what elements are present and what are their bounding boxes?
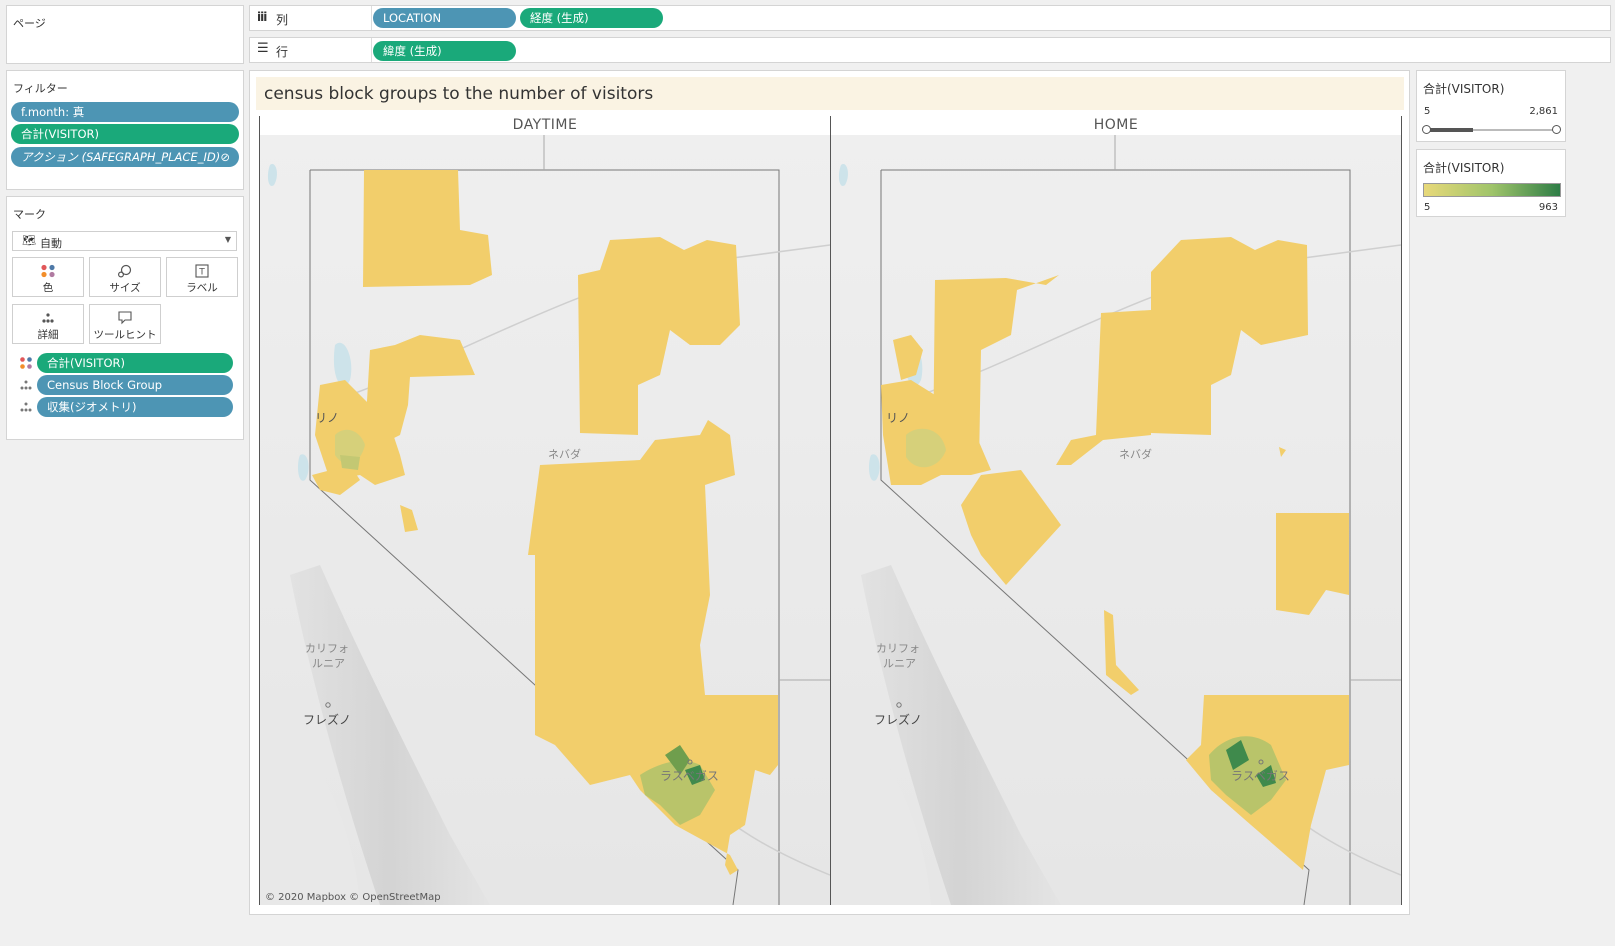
state-label-nevada: ネバダ [548, 447, 581, 461]
color-legend-ramp [1423, 183, 1561, 197]
color-button[interactable]: 色 [12, 257, 84, 297]
city-label-las-vegas: ラスベガス [1231, 769, 1290, 783]
mark-type-label: 自動 [40, 237, 62, 250]
visitor-filter-card: 合計(VISITOR) 5 2,861 [1416, 70, 1566, 142]
row-pill-latitude[interactable]: 緯度 (生成) [373, 41, 516, 61]
city-label-fresno: フレズノ [874, 712, 922, 727]
state-label-california-2: ルニア [883, 657, 916, 670]
color-legend-min: 5 [1424, 202, 1431, 213]
pages-card[interactable]: ページ [6, 5, 244, 64]
link-icon: ⊘ [220, 150, 230, 164]
detail-label: 詳細 [37, 329, 59, 341]
map-home-svg: リノ ネバダ カリフォ ルニア フレズノ ラスベガス [831, 135, 1401, 905]
rows-icon: ☰ [257, 41, 269, 56]
size-button[interactable]: サイズ [89, 257, 161, 297]
chevron-down-icon: ▼ [224, 235, 231, 244]
columns-icon: iii [257, 10, 267, 24]
view-title: census block groups to the number of vis… [264, 84, 654, 104]
label-label: ラベル [186, 282, 218, 294]
detail-icon [42, 313, 54, 323]
city-label-fresno: フレズノ [303, 712, 351, 727]
size-icon [117, 264, 132, 278]
map-daytime-svg: リノ ネバダ カリフォ ルニア フレズノ ラスベガス © 2020 Mapbox… [260, 135, 830, 905]
visitor-filter-title: 合計(VISITOR) [1423, 82, 1505, 96]
shelf-divider [371, 6, 372, 30]
filter-pill-month[interactable]: f.month: 真 [11, 102, 239, 122]
column-header-daytime: DAYTIME [512, 117, 578, 133]
map-icon: 🗺 [22, 234, 36, 247]
city-label-reno: リノ [315, 411, 339, 425]
map-daytime[interactable]: リノ ネバダ カリフォ ルニア フレズノ ラスベガス © 2020 Mapbox… [260, 135, 830, 905]
slider-handle-min[interactable] [1422, 125, 1431, 134]
color-legend-title: 合計(VISITOR) [1423, 161, 1505, 175]
pane-frame-line [1401, 116, 1402, 905]
mark-type-dropdown[interactable]: 🗺 自動 ▼ [12, 231, 237, 251]
state-label-california-2: ルニア [312, 657, 345, 670]
svg-text:T: T [198, 268, 205, 278]
mark-field-geometry[interactable]: 収集(ジオメトリ) [37, 397, 233, 417]
mark-field-visitor[interactable]: 合計(VISITOR) [37, 353, 233, 373]
slider-handle-max[interactable] [1552, 125, 1561, 134]
filter-pill-action[interactable]: アクション (SAFEGRAPH_PLACE_ID) ⊘ [11, 147, 239, 167]
column-pill-location[interactable]: LOCATION [373, 8, 516, 28]
detail-icon [20, 402, 32, 412]
filter-pill-action-label: アクション (SAFEGRAPH_PLACE_ID) [21, 150, 221, 164]
pages-title: ページ [13, 17, 46, 30]
state-label-california-1: カリフォ [305, 642, 349, 655]
visitor-filter-range [1427, 128, 1473, 132]
view-title-bar: census block groups to the number of vis… [256, 77, 1404, 110]
color-icon [20, 357, 32, 369]
visitor-filter-max: 2,861 [1529, 106, 1558, 117]
visitor-filter-min: 5 [1424, 106, 1431, 117]
detail-button[interactable]: 詳細 [12, 304, 84, 344]
column-pill-longitude[interactable]: 経度 (生成) [520, 8, 663, 28]
detail-icon [20, 380, 32, 390]
size-label: サイズ [109, 282, 141, 294]
tooltip-label: ツールヒント [93, 329, 157, 341]
filter-pill-visitor[interactable]: 合計(VISITOR) [11, 124, 239, 144]
city-label-reno: リノ [886, 411, 910, 425]
visitor-filter-track[interactable] [1427, 128, 1557, 132]
text-label-icon: T [195, 264, 209, 278]
color-legend-max: 963 [1538, 202, 1558, 213]
color-label: 色 [42, 282, 54, 294]
column-header-home: HOME [1093, 117, 1139, 133]
tooltip-button[interactable]: ツールヒント [89, 304, 161, 344]
state-label-nevada: ネバダ [1119, 447, 1152, 461]
marks-title: マーク [13, 208, 46, 221]
color-legend-card: 合計(VISITOR) 5 963 [1416, 149, 1566, 217]
map-home[interactable]: リノ ネバダ カリフォ ルニア フレズノ ラスベガス [831, 135, 1401, 905]
label-button[interactable]: T ラベル [166, 257, 238, 297]
mark-field-census-block-group[interactable]: Census Block Group [37, 375, 233, 395]
rows-label: 行 [276, 45, 289, 59]
region [340, 455, 360, 470]
shelf-divider [371, 38, 372, 62]
tooltip-icon [118, 311, 132, 325]
columns-label: 列 [276, 13, 289, 27]
filters-title: フィルター [13, 82, 68, 95]
color-icon [41, 264, 55, 278]
map-attribution[interactable]: © 2020 Mapbox © OpenStreetMap [265, 892, 441, 903]
city-label-las-vegas: ラスベガス [660, 769, 719, 783]
state-label-california-1: カリフォ [876, 642, 920, 655]
